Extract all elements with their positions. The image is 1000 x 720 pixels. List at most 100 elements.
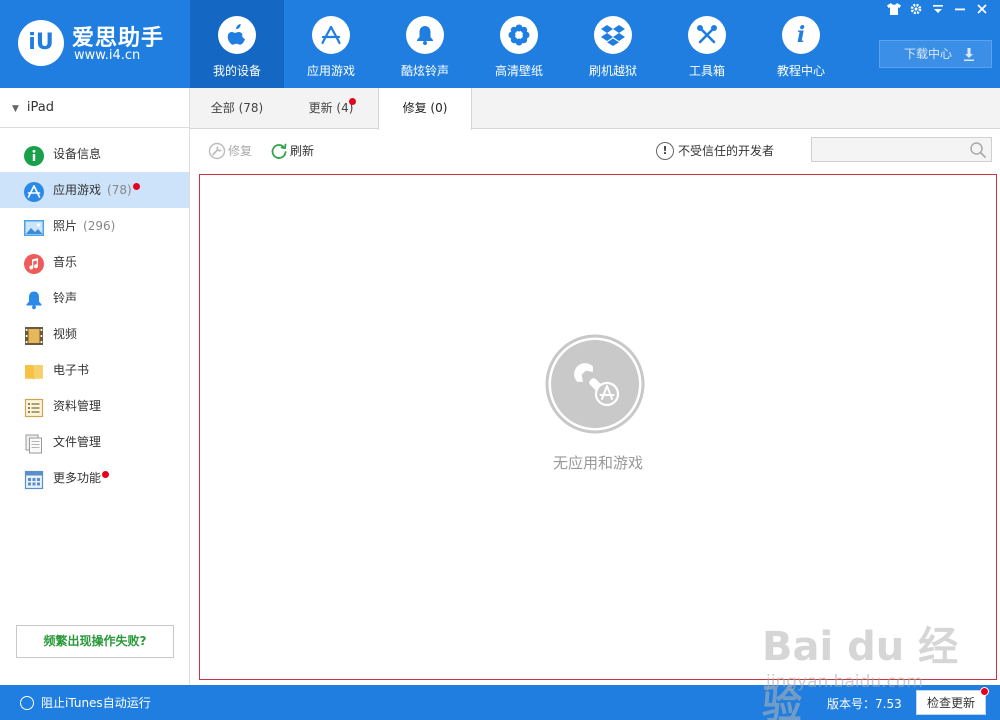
sidebar-item-data-management[interactable]: 资料管理 bbox=[0, 388, 189, 424]
search-input[interactable] bbox=[812, 138, 962, 161]
nav-tab-tutorials[interactable]: i 教程中心 bbox=[754, 0, 848, 88]
sidebar-item-label: 电子书 bbox=[53, 363, 90, 377]
download-icon bbox=[963, 41, 975, 76]
untrusted-label: 不受信任的开发者 bbox=[678, 144, 775, 158]
toolbar: 修复 刷新 ! 不受信任的开发者 bbox=[190, 129, 1000, 173]
flower-icon bbox=[500, 16, 538, 54]
refresh-icon bbox=[270, 142, 288, 160]
frequent-failure-button[interactable]: 频繁出现操作失败? bbox=[16, 625, 174, 658]
window-controls bbox=[886, 3, 990, 17]
radio-icon bbox=[20, 696, 34, 710]
tab-updates[interactable]: 更新 (4) bbox=[284, 88, 378, 129]
sidebar-item-count: (78) bbox=[107, 183, 132, 197]
contacts-icon bbox=[24, 396, 44, 418]
sidebar-item-label: 音乐 bbox=[53, 255, 78, 269]
sidebar-item-more[interactable]: 更多功能 bbox=[0, 460, 189, 496]
gear-icon[interactable] bbox=[908, 3, 924, 17]
nav-tab-jailbreak[interactable]: 刷机越狱 bbox=[566, 0, 660, 88]
close-icon[interactable] bbox=[974, 3, 990, 17]
bell-icon bbox=[24, 288, 44, 310]
nav-tab-my-device[interactable]: 我的设备 bbox=[190, 0, 284, 88]
sidebar-item-device-info[interactable]: 设备信息 bbox=[0, 136, 189, 172]
sidebar-list: 设备信息 应用游戏 (78) 照片 (296) 音乐 铃声 视频 电子书 资料管… bbox=[0, 128, 189, 496]
sidebar-item-videos[interactable]: 视频 bbox=[0, 316, 189, 352]
photo-icon bbox=[24, 216, 44, 236]
caret-down-icon: ▼ bbox=[12, 104, 19, 114]
nav-tab-label: 刷机越狱 bbox=[588, 64, 637, 78]
tab-repair[interactable]: 修复 (0) bbox=[378, 88, 472, 130]
info-icon bbox=[24, 144, 44, 166]
menu-icon[interactable] bbox=[930, 3, 946, 17]
sidebar-item-label: 铃声 bbox=[53, 291, 78, 305]
sidebar-item-photos[interactable]: 照片 (296) bbox=[0, 208, 189, 244]
sidebar-item-label: 应用游戏 bbox=[53, 183, 102, 197]
tools-icon bbox=[688, 16, 726, 54]
tab-label: 全部 (78) bbox=[210, 101, 264, 115]
sidebar-item-count: (296) bbox=[83, 219, 116, 233]
refresh-button[interactable]: 刷新 bbox=[270, 142, 314, 160]
nav-tab-label: 高清壁纸 bbox=[494, 64, 543, 78]
main-panel: 全部 (78) 更新 (4) 修复 (0) 修复 刷新 ! 不受信任的开发者 无… bbox=[190, 88, 1000, 685]
empty-repair-icon bbox=[545, 334, 645, 434]
nav-tab-label: 教程中心 bbox=[776, 64, 825, 78]
tab-label: 更新 (4) bbox=[308, 101, 354, 115]
logo: iU 爱思助手 www.i4.cn bbox=[18, 18, 188, 68]
book-icon bbox=[24, 360, 44, 380]
main-nav: 我的设备 应用游戏 酷炫铃声 高清壁纸 刷机越狱 工具箱 i 教程中心 bbox=[190, 0, 848, 88]
untrusted-developer-link[interactable]: ! 不受信任的开发者 bbox=[656, 142, 774, 160]
minimize-icon[interactable] bbox=[952, 3, 968, 17]
device-selector[interactable]: ▼ iPad bbox=[0, 88, 189, 128]
warning-icon: ! bbox=[656, 142, 674, 160]
device-name: iPad bbox=[26, 100, 55, 115]
nav-tab-apps[interactable]: 应用游戏 bbox=[284, 0, 378, 88]
nav-tab-label: 应用游戏 bbox=[306, 64, 355, 78]
repair-label: 修复 bbox=[228, 144, 253, 158]
nav-tab-ringtones[interactable]: 酷炫铃声 bbox=[378, 0, 472, 88]
nav-tab-wallpapers[interactable]: 高清壁纸 bbox=[472, 0, 566, 88]
notification-dot bbox=[980, 687, 989, 696]
block-itunes-toggle[interactable]: 阻止iTunes自动运行 bbox=[20, 694, 151, 712]
shirt-icon[interactable] bbox=[886, 3, 902, 17]
logo-badge: iU bbox=[18, 20, 64, 66]
sidebar-item-label: 更多功能 bbox=[53, 471, 102, 485]
sidebar-item-apps[interactable]: 应用游戏 (78) bbox=[0, 172, 189, 208]
sidebar: ▼ iPad 设备信息 应用游戏 (78) 照片 (296) 音乐 铃声 视频 … bbox=[0, 88, 190, 685]
notification-dot bbox=[132, 183, 140, 190]
check-update-label: 检查更新 bbox=[926, 696, 975, 710]
nav-tab-label: 工具箱 bbox=[688, 64, 725, 78]
app-store-icon bbox=[24, 180, 44, 202]
search-box bbox=[811, 137, 992, 162]
refresh-label: 刷新 bbox=[290, 144, 315, 158]
sidebar-item-label: 设备信息 bbox=[53, 147, 102, 161]
grid-icon bbox=[24, 468, 44, 490]
music-icon bbox=[24, 252, 44, 274]
bell-icon bbox=[406, 16, 444, 54]
sidebar-item-music[interactable]: 音乐 bbox=[0, 244, 189, 280]
logo-url: www.i4.cn bbox=[74, 48, 141, 63]
film-icon bbox=[24, 324, 44, 345]
notification-dot bbox=[102, 471, 110, 478]
sidebar-item-label: 视频 bbox=[53, 327, 78, 341]
repair-button[interactable]: 修复 bbox=[208, 142, 252, 160]
search-icon[interactable] bbox=[969, 141, 987, 159]
sidebar-item-ringtones[interactable]: 铃声 bbox=[0, 280, 189, 316]
top-bar: iU 爱思助手 www.i4.cn 我的设备 应用游戏 酷炫铃声 高清壁纸 刷机… bbox=[0, 0, 1000, 88]
dropbox-icon bbox=[594, 16, 632, 54]
apple-icon bbox=[218, 16, 256, 54]
nav-tab-toolbox[interactable]: 工具箱 bbox=[660, 0, 754, 88]
tab-label: 修复 (0) bbox=[402, 101, 448, 115]
empty-state-text: 无应用和游戏 bbox=[552, 454, 643, 472]
tab-all[interactable]: 全部 (78) bbox=[190, 88, 284, 129]
sidebar-item-label: 照片 bbox=[53, 219, 78, 233]
sidebar-item-ebooks[interactable]: 电子书 bbox=[0, 352, 189, 388]
nav-tab-label: 我的设备 bbox=[212, 64, 261, 78]
status-bar: 阻止iTunes自动运行 版本号：7.53 检查更新 bbox=[0, 685, 1000, 720]
download-center-label: 下载中心 bbox=[904, 47, 953, 61]
check-update-button[interactable]: 检查更新 bbox=[916, 687, 989, 715]
sidebar-item-file-management[interactable]: 文件管理 bbox=[0, 424, 189, 460]
sidebar-item-label: 文件管理 bbox=[53, 435, 102, 449]
version-label: 版本号：7.53 bbox=[827, 697, 902, 711]
app-store-icon bbox=[312, 16, 350, 54]
download-center-button[interactable]: 下载中心 bbox=[879, 40, 992, 68]
sidebar-item-label: 资料管理 bbox=[53, 399, 102, 413]
